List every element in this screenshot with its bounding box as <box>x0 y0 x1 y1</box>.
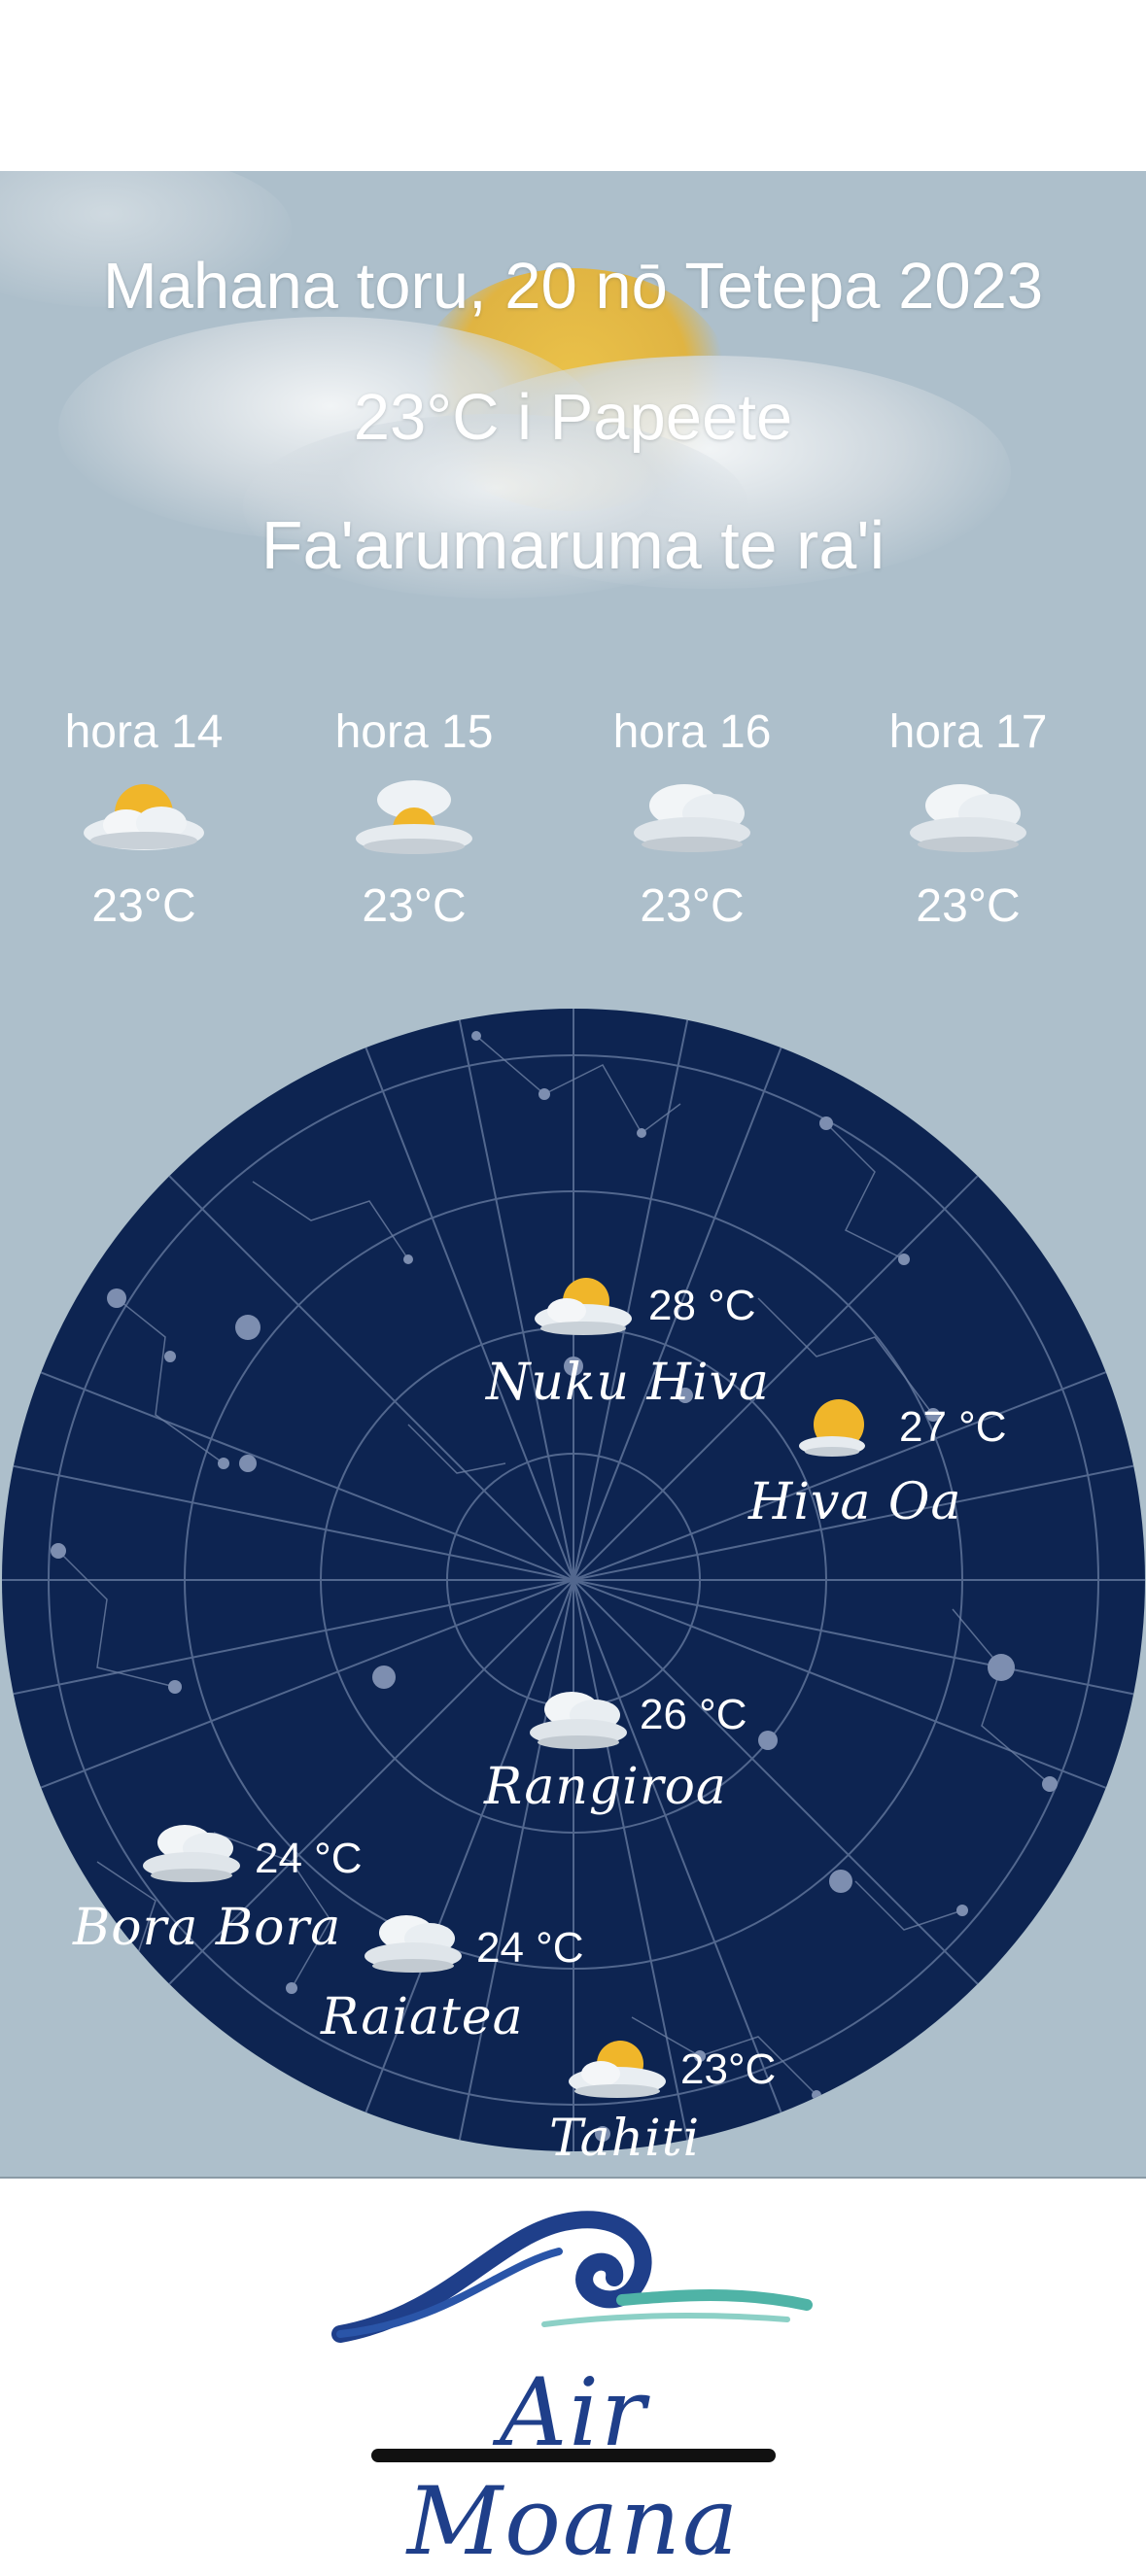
air-moana-wave-logo-icon <box>331 2211 813 2343</box>
star-chart-background <box>2 1009 1145 2151</box>
cloudy-sun-icon <box>356 780 472 854</box>
airline-logo-text: Air Moana <box>406 2358 741 2576</box>
station-name: Rangiroa <box>484 1758 727 1816</box>
current-condition: Fa'arumaruma te ra'i <box>260 507 886 583</box>
hour-temperature: 23°C <box>362 880 467 932</box>
hourly-item: hora 14 23°C <box>27 705 260 933</box>
hour-label: hora 14 <box>64 706 224 758</box>
sun-behind-cloud-icon <box>84 784 204 850</box>
hourly-item: hora 16 23°C <box>575 705 809 933</box>
station-temperature: 27 °C <box>899 1403 1007 1451</box>
station-name: Tahiti <box>549 2110 701 2168</box>
home-indicator[interactable] <box>371 2449 776 2462</box>
station-name: Raiatea <box>321 1988 524 2046</box>
cloud-icon <box>530 1692 627 1749</box>
hour-label: hora 17 <box>888 706 1048 758</box>
cloud-icon <box>365 1915 462 1973</box>
hour-label: hora 16 <box>612 706 772 758</box>
station-temperature: 24 °C <box>476 1924 584 1972</box>
sun-behind-cloud-icon <box>569 2041 666 2098</box>
hour-temperature: 23°C <box>916 880 1021 932</box>
cloud-icon <box>634 784 750 852</box>
forecast-date: Mahana toru, 20 nō Tetepa 2023 <box>102 250 1044 323</box>
hourly-item: hora 17 23°C <box>851 705 1085 933</box>
weather-panel: Mahana toru, 20 nō Tetepa 2023 23°C i Pa… <box>0 171 1146 2179</box>
footer: Air Moana <box>0 2179 1146 2576</box>
top-status-area <box>0 0 1146 171</box>
cloud-icon <box>143 1825 240 1882</box>
hourly-item: hora 15 23°C <box>297 705 531 933</box>
cloud-icon <box>910 784 1026 852</box>
station-name: Bora Bora <box>73 1899 342 1957</box>
star-chart-map: 28 °C Nuku Hiva 27 °C Hiva Oa 26 °C Rang… <box>0 1007 1146 2168</box>
station-temperature: 23°C <box>680 2045 777 2093</box>
sun-behind-cloud-icon <box>535 1278 632 1335</box>
sun-small-cloud-icon <box>799 1399 865 1457</box>
station-temperature: 26 °C <box>640 1691 747 1738</box>
hour-temperature: 23°C <box>91 880 196 932</box>
current-temperature: 23°C i Papeete <box>353 381 793 454</box>
hour-label: hora 15 <box>334 706 494 758</box>
station-temperature: 24 °C <box>255 1835 363 1882</box>
station-name: Nuku Hiva <box>486 1354 770 1412</box>
station-temperature: 28 °C <box>648 1282 756 1329</box>
hour-temperature: 23°C <box>640 880 745 932</box>
station-name: Hiva Oa <box>748 1473 962 1531</box>
